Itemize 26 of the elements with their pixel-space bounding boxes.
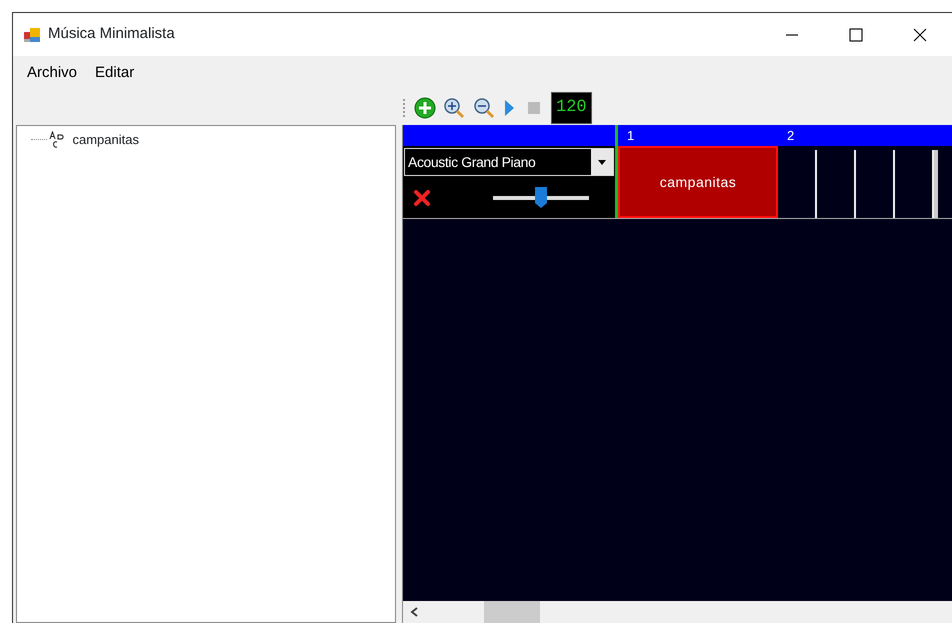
menu-item[interactable]: Editar bbox=[89, 60, 140, 87]
clip-block[interactable]: campanitas bbox=[618, 146, 778, 218]
zoom-out-icon[interactable] bbox=[472, 97, 494, 119]
tempo-display: 120 bbox=[551, 92, 592, 124]
volume-slider[interactable] bbox=[493, 187, 589, 209]
menu-item[interactable]: Archivo bbox=[21, 60, 84, 87]
slider-thumb[interactable] bbox=[535, 187, 547, 209]
close-icon bbox=[913, 28, 927, 42]
add-icon[interactable] bbox=[414, 97, 436, 119]
tree-item[interactable]: campanitas bbox=[72, 130, 139, 150]
maximize-icon bbox=[849, 28, 863, 42]
tree-line bbox=[31, 139, 47, 140]
play-icon[interactable] bbox=[502, 98, 516, 118]
scrollbar-thumb[interactable] bbox=[484, 601, 540, 623]
text-style-icon bbox=[49, 130, 65, 149]
horizontal-scrollbar[interactable] bbox=[403, 601, 952, 623]
ruler-number: 1 bbox=[626, 127, 636, 145]
minimize-icon bbox=[785, 34, 799, 36]
toolbar-grip-icon bbox=[403, 98, 406, 118]
window-title: Música Minimalista bbox=[48, 24, 175, 44]
ruler-number: 2 bbox=[786, 127, 796, 145]
delete-icon[interactable] bbox=[413, 189, 431, 207]
dropdown-caret-icon bbox=[598, 160, 606, 164]
app-icon bbox=[24, 26, 42, 44]
instrument-dropdown[interactable]: Acoustic Grand Piano bbox=[404, 148, 614, 176]
zoom-in-icon[interactable] bbox=[443, 97, 465, 119]
